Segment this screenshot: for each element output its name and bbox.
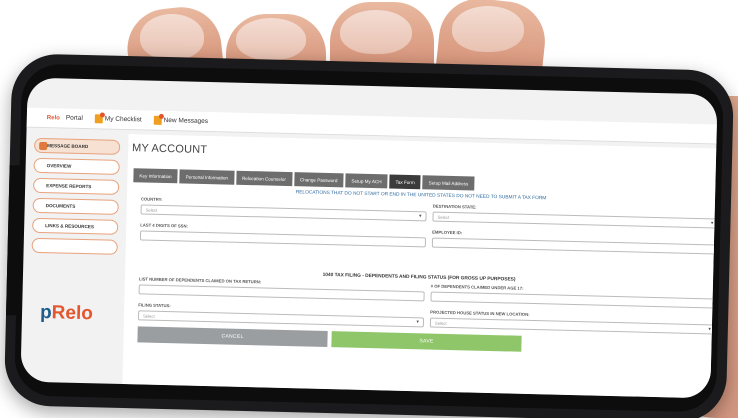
portal-label: Portal bbox=[65, 114, 83, 122]
dependents-label: LIST NUMBER OF DEPENDENTS CLAIMED ON TAX… bbox=[138, 276, 262, 285]
chevron-down-icon: ▾ bbox=[418, 213, 422, 220]
fingernail-1 bbox=[140, 14, 204, 60]
housing-status-value: Select bbox=[434, 320, 447, 326]
brand-prefix: p bbox=[39, 301, 52, 324]
cancel-button[interactable]: CANCEL bbox=[137, 326, 328, 348]
tab-relocation-counselor[interactable]: Relocation Counselor bbox=[235, 170, 293, 187]
filing-status-label: FILING STATUS: bbox=[138, 302, 171, 309]
sidebar-item-documents[interactable]: DOCUMENTS bbox=[32, 197, 119, 215]
employee-id-label: EMPLOYEE ID: bbox=[432, 229, 463, 236]
tab-setup-ach[interactable]: Setup My ACH bbox=[345, 173, 388, 189]
destination-state-select[interactable]: Select ▾ bbox=[432, 211, 718, 229]
dependents-input[interactable] bbox=[138, 284, 425, 302]
sidebar-item-label: EXPENSE REPORTS bbox=[46, 183, 92, 190]
checklist-icon bbox=[94, 114, 103, 124]
sidebar-item-expense-reports[interactable]: EXPENSE REPORTS bbox=[33, 177, 120, 195]
dependents-under-17-label: # OF DEPENDENTS CLAIMED UNDER AGE 17: bbox=[430, 283, 524, 291]
page-title: MY ACCOUNT bbox=[131, 142, 208, 157]
destination-state-label: DESTINATION STATE: bbox=[432, 203, 477, 210]
ssn-input[interactable] bbox=[139, 230, 427, 248]
new-messages-label: New Messages bbox=[163, 116, 209, 126]
chevron-down-icon: ▾ bbox=[710, 220, 714, 227]
phone-frame: Relo Portal My Checklist New Messages ME… bbox=[3, 53, 735, 418]
save-button[interactable]: SAVE bbox=[331, 331, 522, 352]
my-checklist-label: My Checklist bbox=[104, 115, 142, 124]
message-icon bbox=[153, 115, 162, 125]
country-label: COUNTRY: bbox=[140, 196, 163, 202]
country-value: Select bbox=[145, 207, 158, 213]
dependents-under-17-input[interactable] bbox=[430, 291, 717, 309]
fingernail-3 bbox=[340, 10, 412, 54]
filing-status-select[interactable]: Select ▾ bbox=[137, 310, 425, 328]
housing-status-select[interactable]: Select ▾ bbox=[429, 317, 716, 335]
sidebar-item-label: OVERVIEW bbox=[46, 163, 72, 169]
tab-key-information[interactable]: Key Information bbox=[133, 168, 178, 184]
chevron-down-icon: ▾ bbox=[416, 319, 420, 326]
fingernail-2 bbox=[236, 18, 306, 60]
sidebar-item-empty[interactable] bbox=[31, 237, 118, 255]
country-select[interactable]: Select ▾ bbox=[140, 204, 427, 222]
sidebar-item-label: DOCUMENTS bbox=[45, 203, 76, 209]
message-board-icon bbox=[39, 141, 48, 150]
sidebar-item-message-board[interactable]: MESSAGE BOARD bbox=[33, 137, 121, 155]
sidebar-item-label: MESSAGE BOARD bbox=[47, 143, 89, 150]
brand-logo: pRelo bbox=[40, 302, 93, 325]
portal-logo[interactable]: Relo bbox=[47, 115, 60, 121]
brand-text: Relo bbox=[51, 302, 94, 325]
my-checklist-link[interactable]: My Checklist bbox=[94, 114, 142, 124]
sidebar-item-links-resources[interactable]: LINKS & RESOURCES bbox=[32, 217, 119, 235]
phone-screen: Relo Portal My Checklist New Messages ME… bbox=[20, 77, 718, 399]
employee-id-input[interactable] bbox=[431, 237, 718, 255]
tab-change-password[interactable]: Change Password bbox=[293, 172, 344, 188]
filing-status-value: Select bbox=[142, 313, 155, 319]
sidebar: MESSAGE BOARD OVERVIEW EXPENSE REPORTS D… bbox=[20, 132, 122, 384]
fingernail-4 bbox=[452, 6, 524, 52]
destination-state-value: Select bbox=[437, 214, 450, 220]
chevron-down-icon: ▾ bbox=[708, 326, 711, 333]
tab-personal-information[interactable]: Personal Information bbox=[179, 169, 235, 185]
sidebar-item-overview[interactable]: OVERVIEW bbox=[33, 157, 120, 175]
ssn-label: LAST 4 DIGITS OF SSN: bbox=[140, 222, 189, 229]
main-content: MY ACCOUNT Key Information Personal Info… bbox=[122, 134, 718, 399]
tab-setup-mail-address[interactable]: Setup Mail Address bbox=[422, 175, 475, 191]
tab-tax-form[interactable]: Tax Form bbox=[389, 174, 421, 190]
sidebar-item-label: LINKS & RESOURCES bbox=[45, 223, 95, 230]
housing-status-label: PROJECTED HOUSE STATUS IN NEW LOCATION: bbox=[430, 309, 530, 317]
new-messages-link[interactable]: New Messages bbox=[153, 115, 209, 126]
